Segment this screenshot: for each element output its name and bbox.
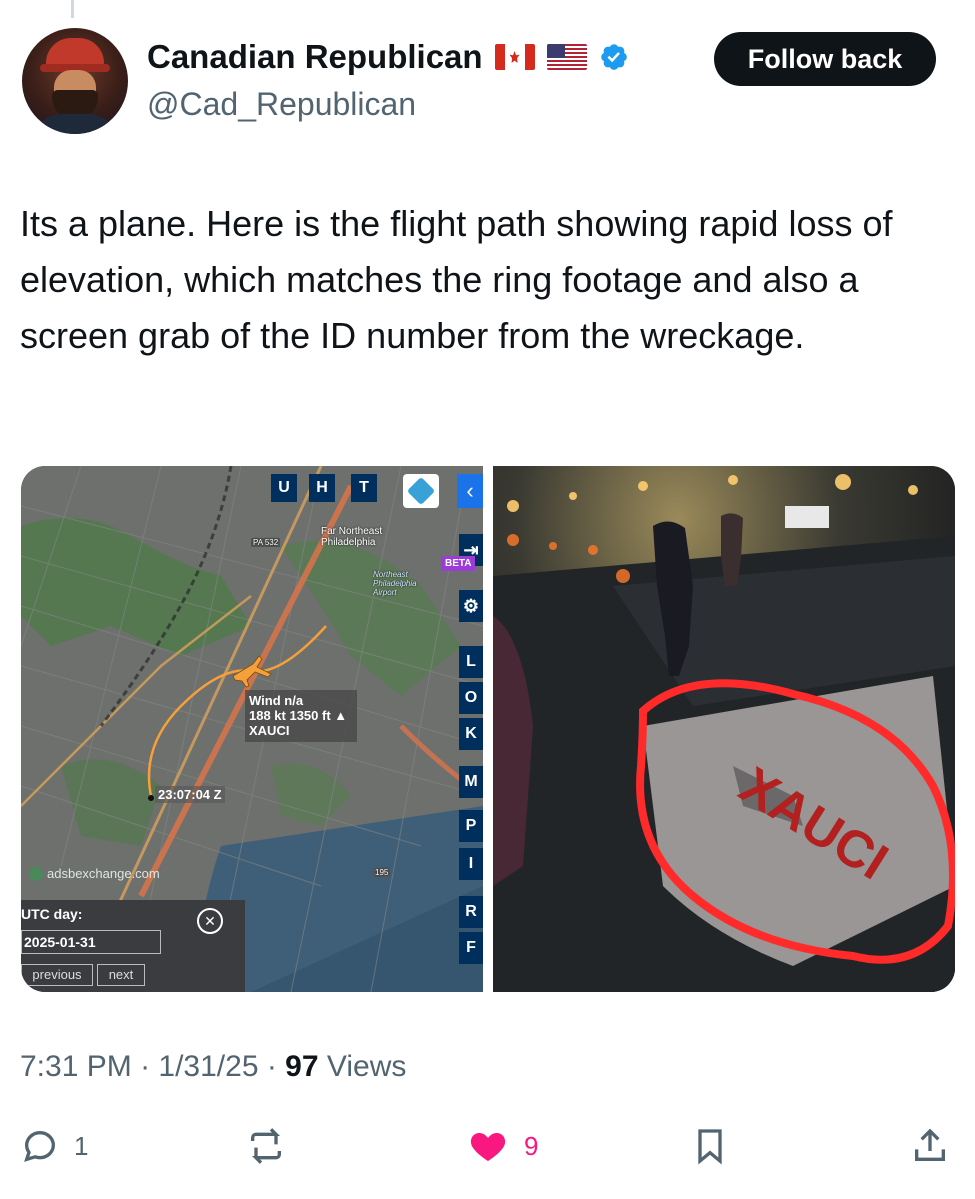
like-count: 9 <box>524 1130 539 1161</box>
flight-map-image[interactable]: U H T ‹ ⇥ BETA ⚙ L O K M P I R F Far Nor… <box>21 466 483 992</box>
chevron-left-icon: ‹ <box>466 478 474 503</box>
utc-day-input[interactable]: 2025-01-31 <box>21 930 161 954</box>
utc-day-panel: UTC day: ✕ 2025-01-31 previous next <box>21 900 245 992</box>
adsb-watermark: adsbexchange.com <box>29 866 160 881</box>
reply-count: 1 <box>74 1130 89 1161</box>
map-label-airport: Northeast Philadelphia Airport <box>373 570 417 597</box>
map-button-m[interactable]: M <box>459 766 483 798</box>
collapse-sidebar-button[interactable]: ‹ <box>457 474 483 508</box>
close-icon: ✕ <box>204 912 216 929</box>
thread-connector-line <box>71 0 74 18</box>
tweet-time[interactable]: 7:31 PM <box>20 1050 132 1083</box>
tweet-text: Its a plane. Here is the flight path sho… <box>20 203 893 356</box>
map-button-u[interactable]: U <box>271 474 297 502</box>
reply-button[interactable]: 1 <box>20 1120 88 1172</box>
wreckage-photo-art: XAUCI <box>493 466 955 992</box>
views-count: 97 <box>285 1050 319 1083</box>
author-handle[interactable]: @Cad_Republican <box>147 86 416 123</box>
map-button-h[interactable]: H <box>309 474 335 502</box>
bookmark-icon <box>698 1129 722 1165</box>
map-button-f[interactable]: F <box>459 932 483 964</box>
map-label-pa532: PA 532 <box>251 538 281 547</box>
gear-icon: ⚙ <box>462 595 480 616</box>
meta-separator: · <box>266 1050 286 1083</box>
map-button-l[interactable]: L <box>459 646 483 678</box>
map-label-far-northeast: Far Northeast Philadelphia <box>321 526 383 548</box>
share-icon <box>915 1128 945 1161</box>
tweet-meta: 7:31 PM · 1/31/25 · 97 Views <box>20 1050 406 1084</box>
map-button-t[interactable]: T <box>351 474 377 502</box>
callsign-label: XAUCI <box>249 723 290 738</box>
adsb-logo-icon <box>29 866 43 881</box>
adsb-watermark-text: adsbexchange.com <box>47 866 160 881</box>
usa-flag-icon <box>546 44 587 70</box>
map-button-i[interactable]: I <box>459 848 483 880</box>
verified-badge-icon[interactable] <box>599 42 629 72</box>
map-button-r[interactable]: R <box>459 896 483 928</box>
meta-separator: · <box>140 1050 159 1083</box>
heart-icon <box>470 1132 506 1161</box>
wind-label: Wind n/a <box>249 693 304 708</box>
wreckage-photo[interactable]: XAUCI <box>493 466 955 992</box>
share-button[interactable] <box>910 1120 950 1172</box>
layers-button[interactable] <box>403 474 439 508</box>
bookmark-button[interactable] <box>690 1120 730 1172</box>
repost-button[interactable] <box>244 1120 302 1172</box>
canada-flag-icon <box>494 44 535 70</box>
utc-day-label: UTC day: <box>21 906 83 922</box>
action-bar: 1 9 <box>0 1120 975 1172</box>
avatar-shirt <box>32 114 118 134</box>
speed-altitude-value: 188 kt 1350 ft <box>249 708 331 723</box>
beta-badge: BETA <box>441 556 476 571</box>
previous-day-button[interactable]: previous <box>21 964 93 986</box>
media-grid: U H T ‹ ⇥ BETA ⚙ L O K M P I R F Far Nor… <box>21 466 955 992</box>
map-button-p[interactable]: P <box>459 810 483 842</box>
speed-altitude-label: 188 kt 1350 ft ▲ <box>249 708 353 723</box>
layers-icon <box>406 476 436 506</box>
aircraft-info-box: Wind n/a 188 kt 1350 ft ▲ XAUCI <box>245 690 357 742</box>
next-day-button[interactable]: next <box>97 964 145 986</box>
like-button[interactable]: 9 <box>466 1120 538 1172</box>
avatar[interactable] <box>22 28 128 134</box>
ascending-triangle-icon: ▲ <box>334 708 348 723</box>
map-button-k[interactable]: K <box>459 718 483 750</box>
map-label-i95: 195 <box>373 868 391 877</box>
track-timestamp: 23:07:04 Z <box>155 786 225 803</box>
views-label: Views <box>326 1050 407 1083</box>
repost-icon <box>251 1128 281 1164</box>
author-display-name[interactable]: Canadian Republican <box>147 38 483 76</box>
close-panel-button[interactable]: ✕ <box>197 908 223 934</box>
map-settings-button[interactable]: ⚙ <box>459 590 483 622</box>
tweet-date[interactable]: 1/31/25 <box>158 1050 258 1083</box>
author-name-row[interactable]: Canadian Republican <box>147 38 629 76</box>
map-button-o[interactable]: O <box>459 682 483 714</box>
follow-back-button[interactable]: Follow back <box>714 32 936 86</box>
reply-icon <box>24 1130 56 1162</box>
